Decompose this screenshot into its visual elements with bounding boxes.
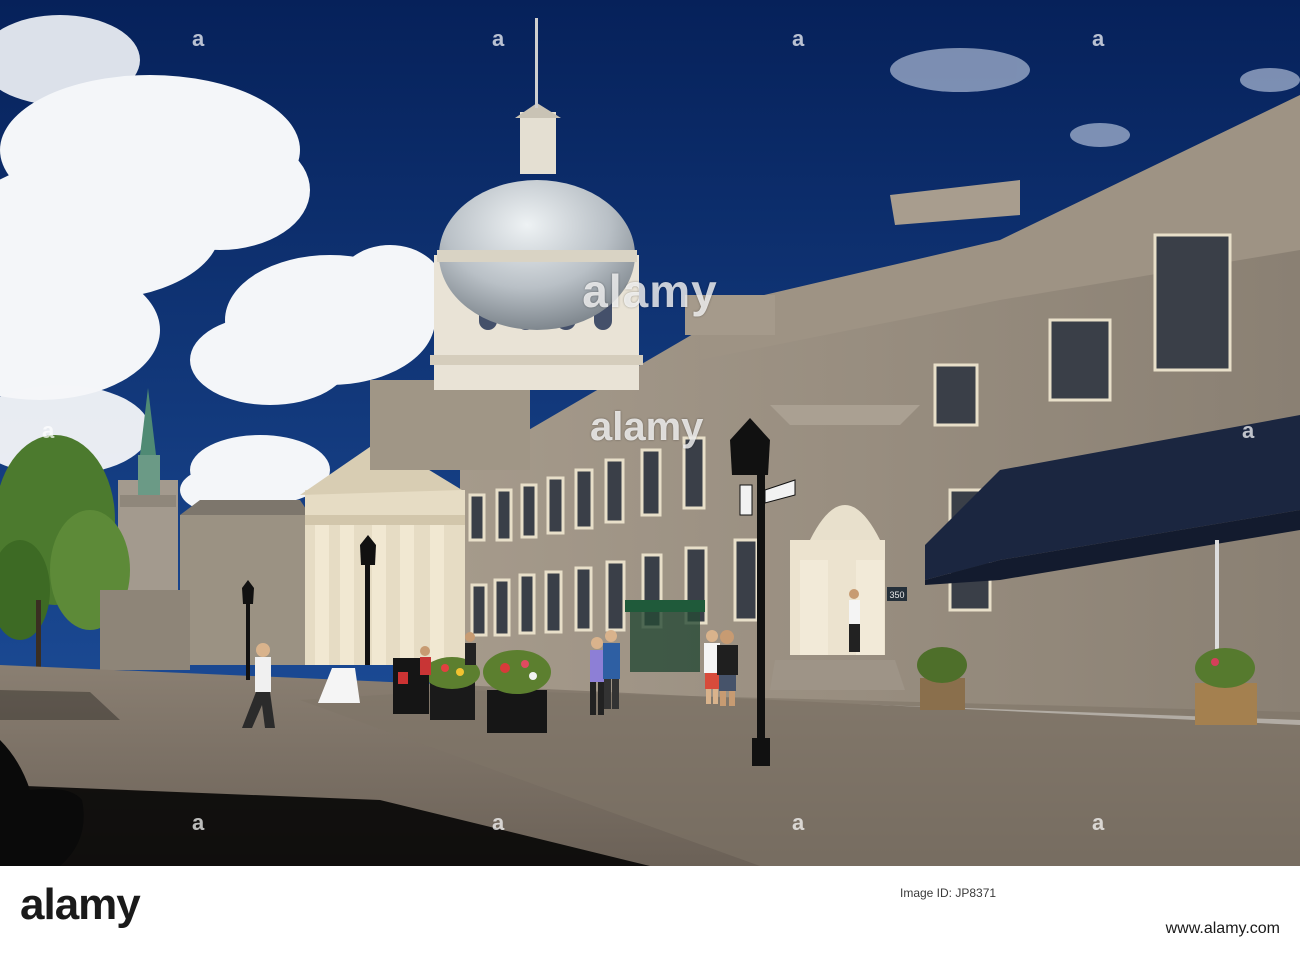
- dome-base: [370, 380, 530, 470]
- watermark-letter: a: [192, 810, 205, 835]
- watermark-letter: a: [192, 26, 205, 51]
- photo-scene: 350 alamy alamy a a a a a a a a a a alam…: [0, 0, 1300, 957]
- watermark-letter: a: [1242, 418, 1255, 443]
- watermark-letter: a: [42, 418, 55, 443]
- watermark-letter: a: [492, 810, 505, 835]
- stock-footer-bar: alamy Image ID: JP8371 www.alamy.com: [0, 866, 1300, 957]
- kiosk: [625, 600, 705, 612]
- image-id-label: Image ID: JP8371: [900, 886, 997, 900]
- watermark-letter: a: [792, 26, 805, 51]
- watermark-center: alamy: [582, 265, 718, 317]
- watermark-letter: a: [492, 26, 505, 51]
- footer-logo-text: alamy: [20, 880, 141, 929]
- footer-url-link[interactable]: www.alamy.com: [1166, 920, 1280, 938]
- watermark-letter: a: [1092, 810, 1105, 835]
- watermark-letter: a: [792, 810, 805, 835]
- footer-logo[interactable]: alamy: [20, 880, 141, 930]
- watermark-letter: a: [1092, 26, 1105, 51]
- lantern: [520, 112, 556, 174]
- watermark-center-lower: alamy: [590, 405, 704, 449]
- address-number: 350: [889, 590, 904, 600]
